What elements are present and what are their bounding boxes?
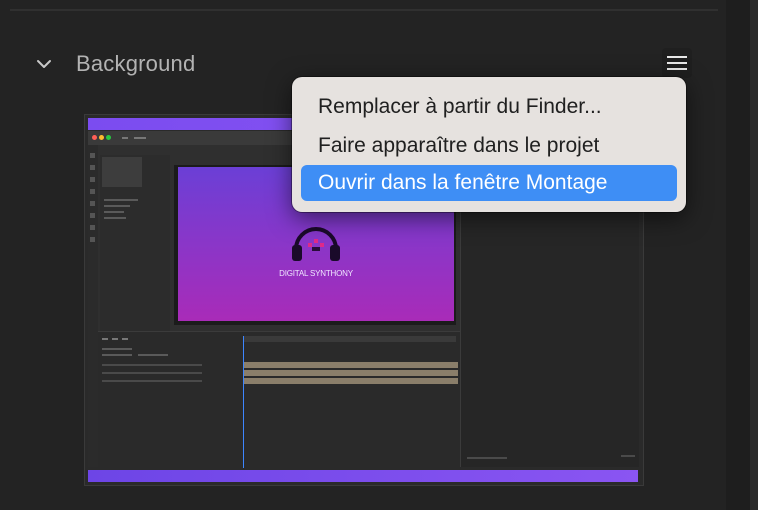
hamburger-menu-button[interactable] <box>662 48 692 78</box>
timeline-preview <box>98 331 460 468</box>
thumbnail-bottom-bar <box>88 470 638 482</box>
menu-item-open-in-montage[interactable]: Ouvrir dans la fenêtre Montage <box>301 165 677 201</box>
headphones-logo-icon <box>292 227 340 261</box>
section-title[interactable]: Background <box>76 51 195 77</box>
menu-item-reveal-in-project[interactable]: Faire apparaître dans le projet <box>301 128 677 164</box>
menu-item-replace-from-finder[interactable]: Remplacer à partir du Finder... <box>301 89 677 125</box>
panel-divider <box>10 9 718 11</box>
context-menu: Remplacer à partir du Finder... Faire ap… <box>292 77 686 212</box>
composition-text: DIGITAL SYNTHONY <box>279 269 353 278</box>
hamburger-menu-icon <box>667 56 687 58</box>
scrollbar-track[interactable] <box>750 0 758 510</box>
chevron-down-icon[interactable] <box>36 56 52 72</box>
